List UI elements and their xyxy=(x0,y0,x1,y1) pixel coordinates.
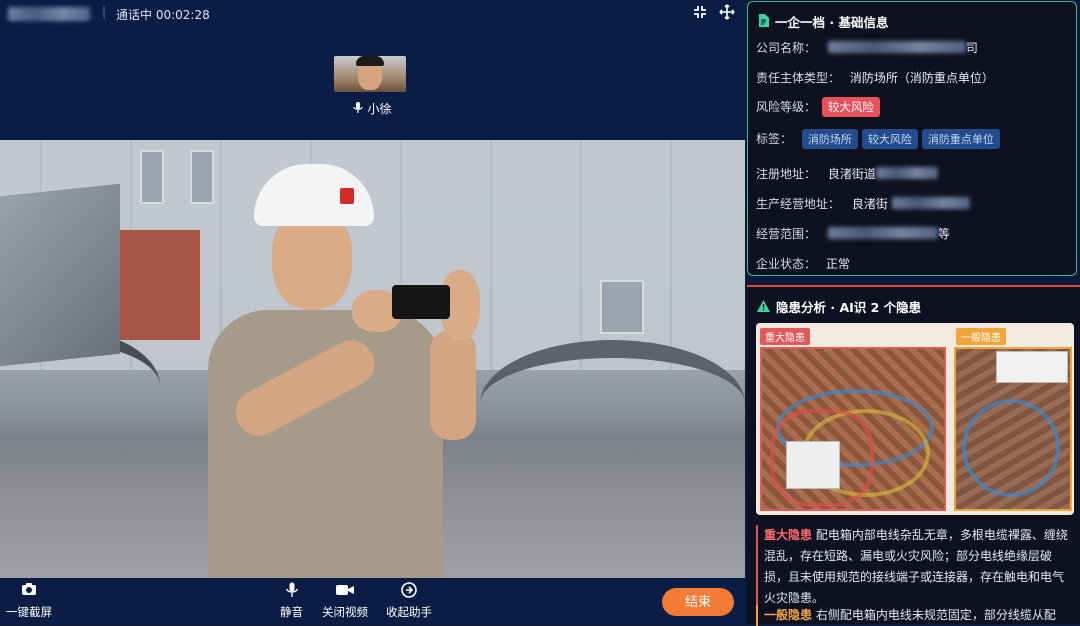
major-hazard-region xyxy=(760,347,946,511)
company-status-label: 企业状态： xyxy=(756,257,817,271)
entity-type-value: 消防场所（消防重点单位） xyxy=(849,71,994,85)
mic-icon xyxy=(353,102,364,113)
biz-address-label: 生产经营地址： xyxy=(756,197,841,211)
video-off-button[interactable]: 关闭视频 xyxy=(322,582,368,620)
participant-label: 小徐 xyxy=(0,100,745,117)
participant-strip: 小徐 ︿ xyxy=(0,28,745,149)
tag-item: 消防场所 xyxy=(801,129,858,149)
phone xyxy=(392,285,450,319)
blurred-scope xyxy=(827,227,938,239)
risk-level-label: 风险等级： xyxy=(756,100,817,114)
participant-thumbnail[interactable] xyxy=(334,56,406,92)
company-info-panel: 一企一档 · 基础信息 公司名称： 司 责任主体类型： 消防场所（消防重点单位）… xyxy=(747,1,1077,276)
blurred-address xyxy=(875,167,938,179)
end-call-button[interactable]: 结束 xyxy=(662,588,734,616)
warning-icon xyxy=(757,300,770,315)
biz-address-row: 生产经营地址： 良渚街 xyxy=(756,195,970,212)
mic-icon xyxy=(280,582,303,600)
tag-item: 消防重点单位 xyxy=(921,129,1000,149)
building-window xyxy=(140,150,164,204)
separator: | xyxy=(102,5,107,19)
machine xyxy=(0,183,120,367)
call-controls-bar: 一键截屏 静音 关闭视频 收起助手 结束 xyxy=(0,578,745,624)
worker-head xyxy=(272,212,352,310)
worker-arm xyxy=(430,330,476,440)
tags-label: 标签： xyxy=(756,132,793,146)
biz-address-value: 良渚街 xyxy=(851,197,888,211)
circuit-breaker xyxy=(786,441,840,489)
camera-icon xyxy=(6,582,52,600)
company-name-row: 公司名称： 司 xyxy=(756,39,978,56)
reg-address-label: 注册地址： xyxy=(756,167,817,181)
document-icon xyxy=(758,14,769,30)
major-hazard-tag: 重大隐患 xyxy=(760,328,810,345)
entity-type-label: 责任主体类型： xyxy=(756,71,841,85)
risk-level-badge: 较大风险 xyxy=(821,97,880,117)
business-scope-suffix: 等 xyxy=(937,227,950,241)
participant-name: 小徐 xyxy=(367,102,392,116)
tag-item: 较大风险 xyxy=(861,129,918,149)
video-icon xyxy=(322,582,368,600)
screenshot-label: 一键截屏 xyxy=(6,605,52,619)
business-scope-label: 经营范围： xyxy=(756,227,817,241)
screenshot-button[interactable]: 一键截屏 xyxy=(6,582,52,620)
video-off-label: 关闭视频 xyxy=(322,605,368,619)
risk-level-row: 风险等级： 较大风险 xyxy=(756,97,880,117)
thumbnail-hair xyxy=(356,56,384,66)
electric-meter xyxy=(996,351,1068,383)
info-panel-title-text: 一企一档 · 基础信息 xyxy=(775,15,889,30)
hazard-panel-title: 隐患分析 · AI识 2 个隐患 xyxy=(757,297,921,316)
general-hazard-title: 一般隐患 xyxy=(764,608,813,622)
shrink-icon[interactable] xyxy=(691,4,709,22)
entity-type-row: 责任主体类型： 消防场所（消防重点单位） xyxy=(756,69,994,86)
mute-button[interactable]: 静音 xyxy=(280,582,303,620)
company-name-suffix: 司 xyxy=(965,41,978,55)
call-top-bar: | 通话中 00:02:28 xyxy=(0,0,745,28)
business-scope-row: 经营范围： 等 xyxy=(756,225,950,242)
hazard-panel-title-text: 隐患分析 · AI识 2 个隐患 xyxy=(776,300,922,315)
building-window xyxy=(600,280,644,334)
company-name-label: 公司名称： xyxy=(756,41,817,55)
steel-truss xyxy=(480,340,745,468)
hazard-image[interactable]: 重大隐患 一般隐患 xyxy=(756,323,1074,515)
helmet-logo xyxy=(340,188,354,204)
blurred-address xyxy=(891,197,970,209)
general-hazard-region xyxy=(954,347,1072,511)
general-hazard-text: 右侧配电箱内电线未规范固定，部分线缆从配 xyxy=(815,608,1056,622)
move-icon[interactable] xyxy=(718,4,736,22)
collapse-assistant-label: 收起助手 xyxy=(386,605,432,619)
tags-row: 标签： 消防场所 较大风险 消防重点单位 xyxy=(756,129,1004,149)
building-window xyxy=(190,150,214,204)
mute-label: 静音 xyxy=(280,605,303,619)
reg-address-row: 注册地址： 良渚街道 xyxy=(756,165,938,182)
wire xyxy=(962,399,1060,497)
call-status: 通话中 00:02:28 xyxy=(116,8,210,22)
blurred-company-name xyxy=(827,41,966,53)
info-panel-title: 一企一档 · 基础信息 xyxy=(758,12,888,31)
major-hazard-description: 重大隐患 配电箱内部电线杂乱无章，多根电缆裸露、缠绕混乱，存在短路、漏电或火灾风… xyxy=(756,525,1074,609)
major-hazard-title: 重大隐患 xyxy=(764,528,813,542)
reg-address-value: 良渚街道 xyxy=(827,167,876,181)
general-hazard-description: 一般隐患 右侧配电箱内电线未规范固定，部分线缆从配 xyxy=(756,605,1074,626)
blurred-caller-name xyxy=(8,7,90,21)
company-status-row: 企业状态： 正常 xyxy=(756,255,850,272)
general-hazard-tag: 一般隐患 xyxy=(956,328,1006,345)
hazard-analysis-panel: 隐患分析 · AI识 2 个隐患 重大隐患 一般隐患 重大隐患 配电箱内部电线杂… xyxy=(747,285,1080,626)
assistant-icon xyxy=(386,582,432,600)
main-video-feed xyxy=(0,140,745,578)
company-status-value: 正常 xyxy=(825,257,850,271)
collapse-assistant-button[interactable]: 收起助手 xyxy=(386,582,432,620)
